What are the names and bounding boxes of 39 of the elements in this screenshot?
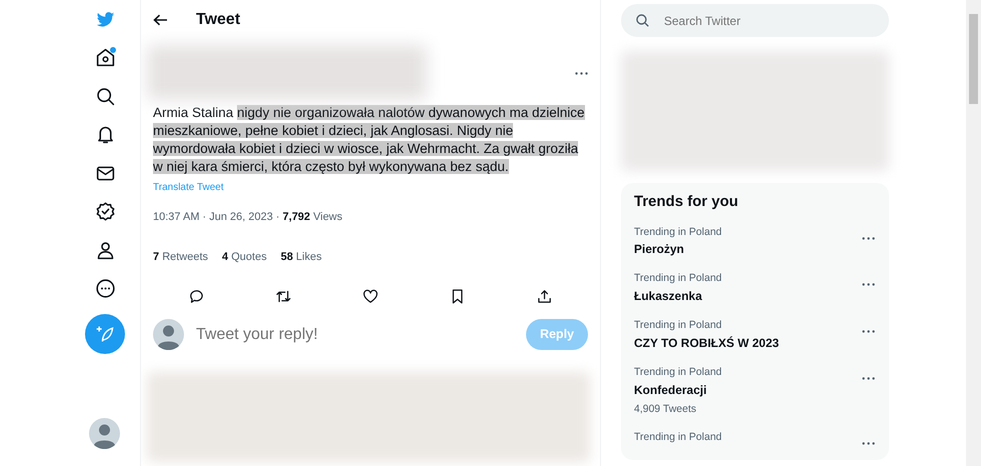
avatar-icon[interactable]	[89, 418, 120, 449]
trend-name[interactable]: Pierożyn	[634, 240, 722, 258]
trend-name[interactable]: CZY TO ROBIŁXŚ W 2023	[634, 334, 779, 352]
back-arrow-icon[interactable]	[153, 14, 168, 26]
stat-link[interactable]: 58 Likes	[280, 249, 322, 266]
badge-check-icon[interactable]	[94, 201, 116, 222]
view-count: 7,792 Views	[282, 210, 342, 224]
trend-tweet-count: 4,909 Tweets	[634, 402, 698, 416]
trend-name[interactable]: Łukaszenka	[634, 287, 722, 305]
more-icon[interactable]	[575, 72, 588, 75]
trend-context: Trending in Poland	[634, 271, 722, 286]
house-icon[interactable]	[94, 47, 116, 68]
more-icon[interactable]	[862, 376, 875, 380]
more-icon[interactable]	[862, 442, 875, 446]
trend-context: Trending in Poland	[634, 430, 722, 446]
compose-button[interactable]	[85, 314, 125, 354]
more-icon[interactable]	[862, 236, 875, 240]
tweet-timestamp: 10:37 AM · Jun 26, 2023 ·	[153, 210, 281, 224]
trend-context: Trending in Poland	[634, 318, 723, 333]
person-icon[interactable]	[94, 240, 116, 261]
scrollbar[interactable]	[966, 0, 981, 466]
share-icon	[536, 288, 553, 305]
page-title: Tweet	[196, 10, 240, 30]
more-circle-icon[interactable]	[94, 278, 116, 300]
feather-plus-icon	[95, 324, 115, 344]
more-icon[interactable]	[862, 330, 875, 334]
more-icon[interactable]	[862, 283, 875, 286]
avatar-icon	[153, 319, 184, 350]
trend-name[interactable]: Konfederacji	[634, 380, 722, 398]
stat-link[interactable]: 4 Quotes	[222, 249, 267, 266]
trend-context: Trending in Poland	[634, 364, 722, 380]
search-field[interactable]: Search Twitter	[621, 4, 889, 37]
trend-context: Trending in Poland	[634, 224, 722, 240]
trends-title: Trends for you	[633, 192, 740, 212]
reply-icon	[188, 288, 205, 305]
search-icon[interactable]	[94, 86, 116, 107]
stat-link[interactable]: 7 Retweets	[153, 249, 208, 266]
tweet-text: Armia Stalina nigdy nie organizowała nalotów dywanowych ma dzielnice mieszkaniowe, pełne kobiet i dzieci, jak Anglosasi. Nigdy nie wymordowała kobiet i dzieci w wiosce, jak Wehrmacht. Za gwałt groziła w niej kara śmierci, która często był wykonywana bez sądu.	[153, 104, 586, 176]
heart-icon	[362, 288, 379, 305]
